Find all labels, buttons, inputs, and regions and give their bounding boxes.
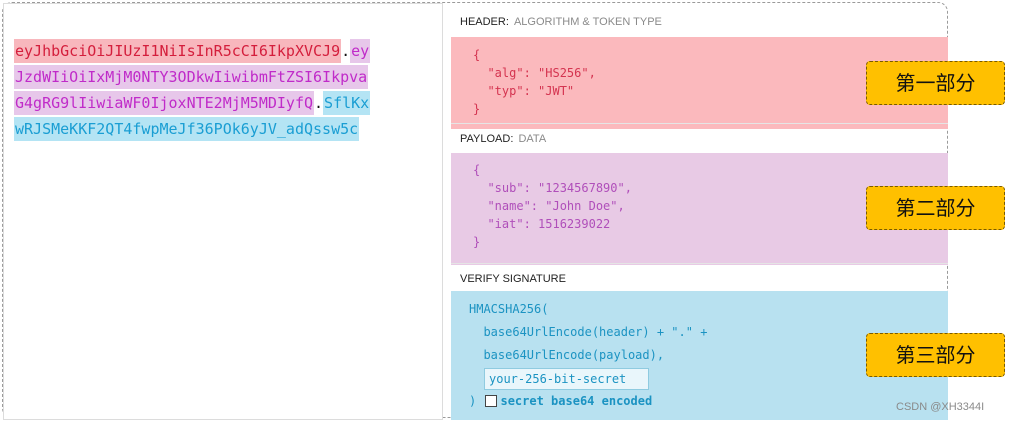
token-line: eyJhbGciOiJIUzI1NiIsInR5cCI6IkpXVCJ9.ey [14,38,434,64]
verify-label: VERIFY SIGNATURE [460,273,566,285]
token-line: wRJSMeKKF2QT4fwpMeJf36POk6yJV_adQssw5c [14,116,434,142]
secret-base64-checkbox[interactable] [485,394,498,407]
token-separator-dot: . [341,42,351,60]
secret-base64-label: secret base64 encoded [500,394,653,408]
token-separator-dot: . [314,94,324,112]
token-segment-purple: JzdWIiOiIxMjM0NTY3ODkwIiwibmFtZSI6Ikpva [14,65,369,89]
payload-label: PAYLOAD: [460,133,514,145]
verify-close-row: ) secret base64 encoded [469,390,948,413]
part-three-tag: 第三部分 [866,333,1005,377]
token-segment-blue: wRJSMeKKF2QT4fwpMeJf36POk6yJV_adQssw5c [14,117,360,141]
part-one-tag: 第一部分 [866,61,1005,105]
verify-line-1: HMACSHA256( [469,302,549,316]
encoded-token-panel[interactable]: eyJhbGciOiJIUzI1NiIsInR5cCI6IkpXVCJ9.ey J… [3,3,443,420]
token-segment-blue: SflKx [323,91,371,115]
token-segment-red: eyJhbGciOiJIUzI1NiIsInR5cCI6IkpXVCJ9 [14,39,342,63]
header-sublabel: ALGORITHM & TOKEN TYPE [513,16,662,28]
payload-sublabel: DATA [518,133,547,145]
secret-input[interactable] [484,367,649,390]
part-two-tag: 第二部分 [866,186,1005,230]
token-line: G4gRG9lIiwiaWF0IjoxNTE2MjM5MDIyfQ.SflKx [14,90,434,116]
header-label: HEADER: [460,16,509,28]
token-line: JzdWIiOiIxMjM0NTY3ODkwIiwibmFtZSI6Ikpva [14,64,434,90]
close-paren: ) [469,394,477,408]
verify-section-label: VERIFY SIGNATURE [451,263,948,293]
payload-code-line: } [473,235,481,249]
header-section-label: HEADER: ALGORITHM & TOKEN TYPE [451,7,948,37]
token-segment-purple: G4gRG9lIiwiaWF0IjoxNTE2MjM5MDIyfQ [14,91,315,115]
csdn-watermark: CSDN @XH3344I [896,401,985,413]
payload-code-line: { [473,163,481,177]
token-segment-purple: ey [350,39,371,63]
payload-section-label: PAYLOAD: DATA [451,123,948,153]
encoded-jwt-token[interactable]: eyJhbGciOiJIUzI1NiIsInR5cCI6IkpXVCJ9.ey J… [14,38,434,142]
